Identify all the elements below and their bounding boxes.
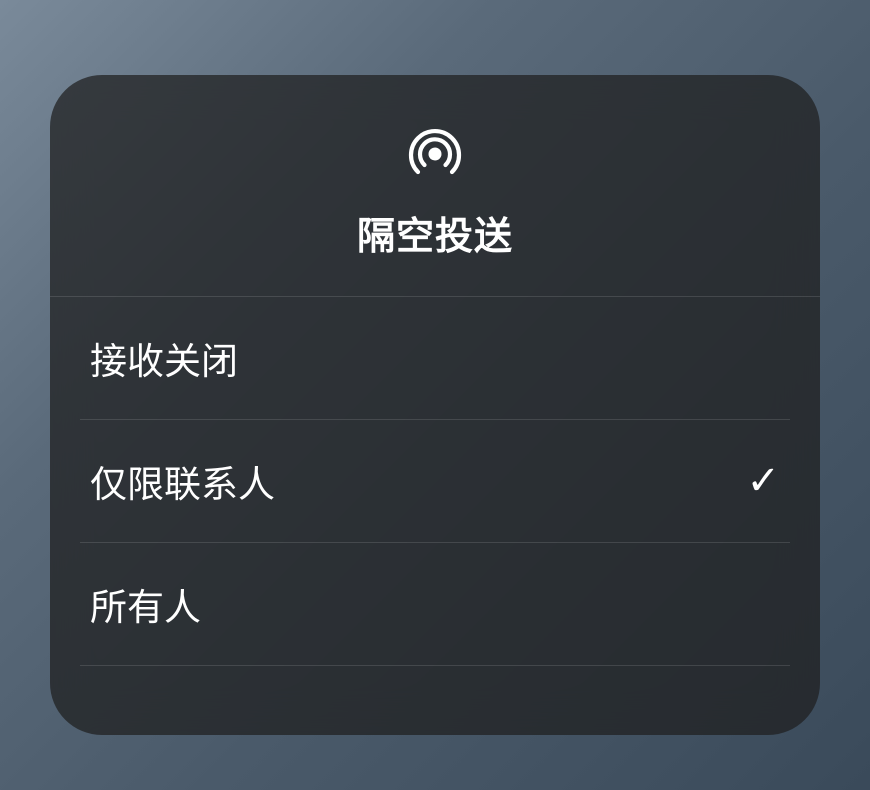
option-receiving-off[interactable]: 接收关闭 ✓ [80,297,790,420]
option-everyone[interactable]: 所有人 ✓ [80,543,790,666]
option-label: 仅限联系人 [90,454,275,508]
checkmark-icon: ✓ [746,458,780,504]
airdrop-panel: 隔空投送 接收关闭 ✓ 仅限联系人 ✓ 所有人 ✓ [50,75,820,735]
airdrop-icon [404,123,466,185]
option-contacts-only[interactable]: 仅限联系人 ✓ [80,420,790,543]
options-list: 接收关闭 ✓ 仅限联系人 ✓ 所有人 ✓ [50,297,820,666]
option-label: 接收关闭 [90,331,238,385]
panel-title: 隔空投送 [357,205,513,260]
option-label: 所有人 [90,577,201,631]
panel-header: 隔空投送 [50,75,820,297]
